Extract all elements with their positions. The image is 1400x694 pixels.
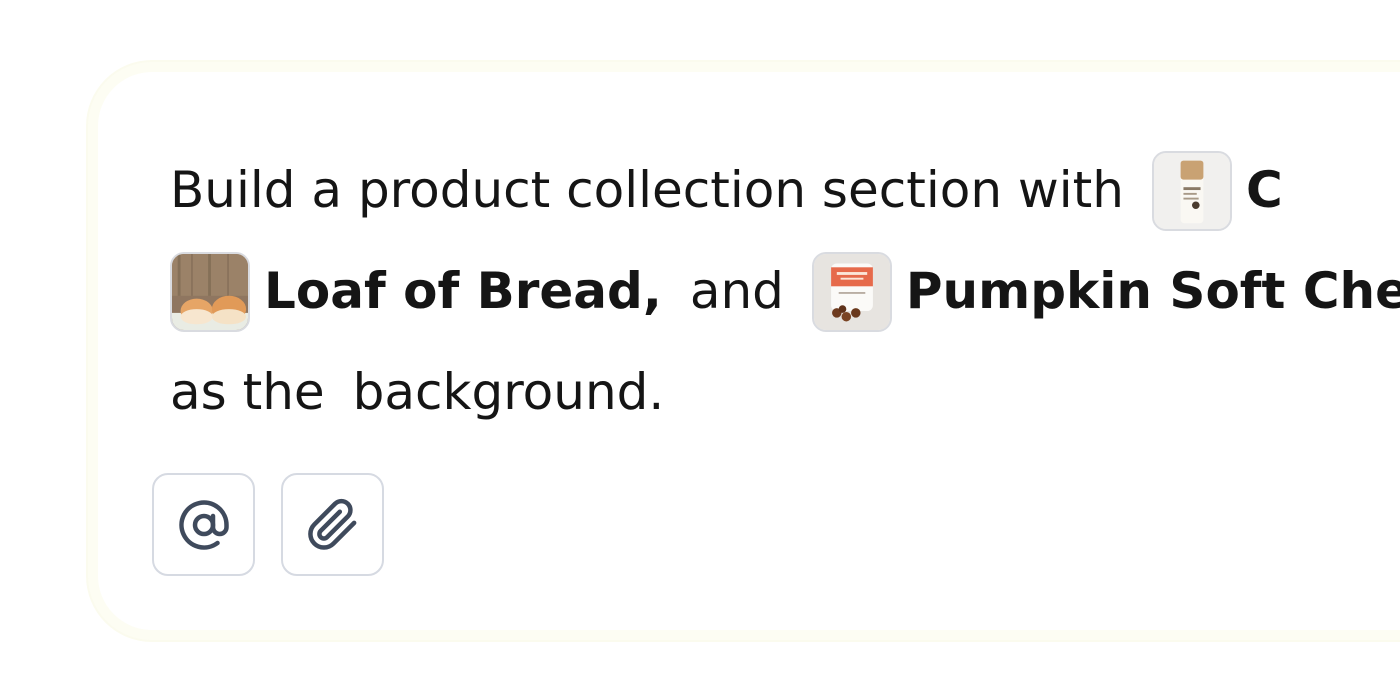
prompt-line-1: Build a product collection section with … xyxy=(170,140,1283,241)
prompt-line-3: as the background. xyxy=(170,342,664,443)
prompt-line-2: Loaf of Bread, and Pumpkin Soft Che xyxy=(170,241,1400,342)
attach-button[interactable] xyxy=(281,473,384,576)
treat-jar-thumbnail xyxy=(811,251,892,332)
paperclip-icon xyxy=(307,498,356,550)
prompt-as-the-text: as the xyxy=(170,363,325,421)
prompt-background-text: background. xyxy=(352,363,665,421)
product-bottle-image xyxy=(1153,152,1230,229)
product-bottle-thumbnail xyxy=(1151,150,1232,231)
at-sign-icon xyxy=(178,499,229,550)
treat-jar-image xyxy=(813,253,890,330)
screen: Build a product collection section with … xyxy=(0,0,1400,694)
product-1-name: C xyxy=(1245,161,1283,219)
product-2-name: Loaf of Bread, xyxy=(264,262,662,320)
product-3-name: Pumpkin Soft Che xyxy=(905,262,1400,320)
prompt-intro-text: Build a product collection section with xyxy=(170,161,1124,219)
composer-toolbar xyxy=(152,473,384,576)
conjunction-text: and xyxy=(689,262,784,320)
mention-button[interactable] xyxy=(152,473,255,576)
bread-thumbnail xyxy=(170,251,250,332)
bread-image xyxy=(172,253,248,330)
